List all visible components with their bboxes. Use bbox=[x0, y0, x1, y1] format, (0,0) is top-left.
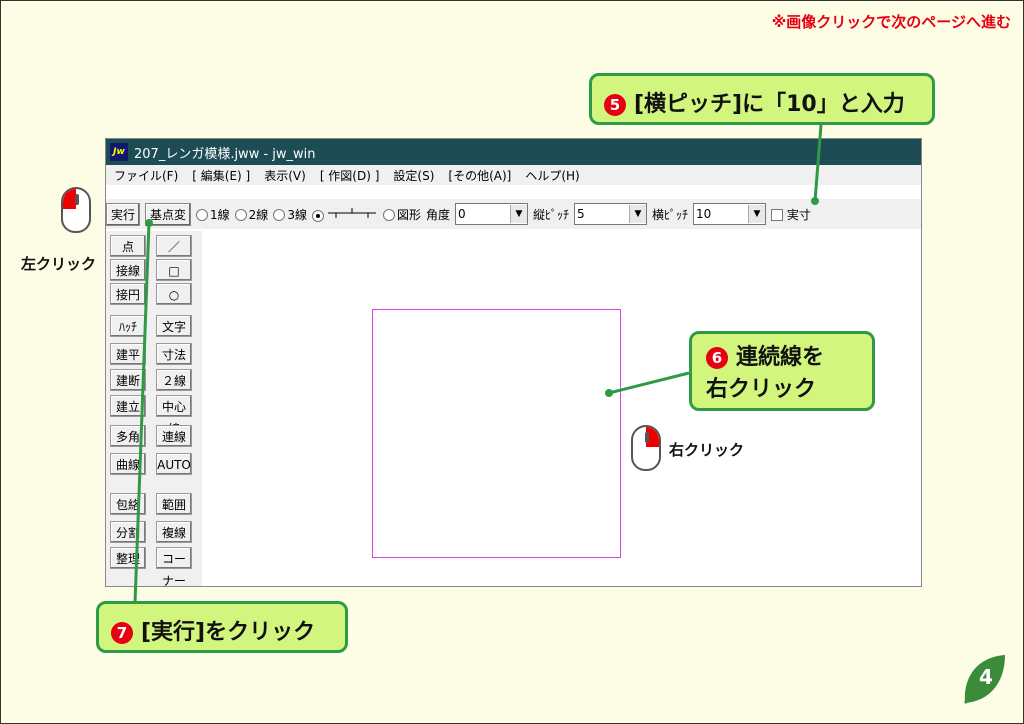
right-click-label: 右クリック bbox=[669, 441, 745, 459]
step7-leader-dot bbox=[145, 219, 153, 227]
page-number-badge: 4 bbox=[959, 651, 1009, 707]
step6-leader-line bbox=[608, 371, 690, 395]
callout-lines bbox=[133, 124, 823, 604]
right-click-mouse-icon bbox=[631, 425, 661, 471]
left-click-mouse-icon bbox=[61, 187, 91, 233]
step7-leader-line bbox=[133, 222, 151, 604]
mouse-wheel-icon bbox=[75, 194, 79, 205]
left-click-label: 左クリック bbox=[21, 255, 97, 273]
step6-leader-dot bbox=[605, 389, 613, 397]
page[interactable]: ※画像クリックで次のページへ進む 5 [横ピッチ]に「10」と入力 Jw 207_… bbox=[0, 0, 1024, 724]
step5-leader-dot bbox=[811, 197, 819, 205]
step5-leader-line bbox=[813, 124, 823, 202]
page-number: 4 bbox=[979, 665, 993, 689]
mouse-wheel-icon bbox=[645, 432, 649, 443]
